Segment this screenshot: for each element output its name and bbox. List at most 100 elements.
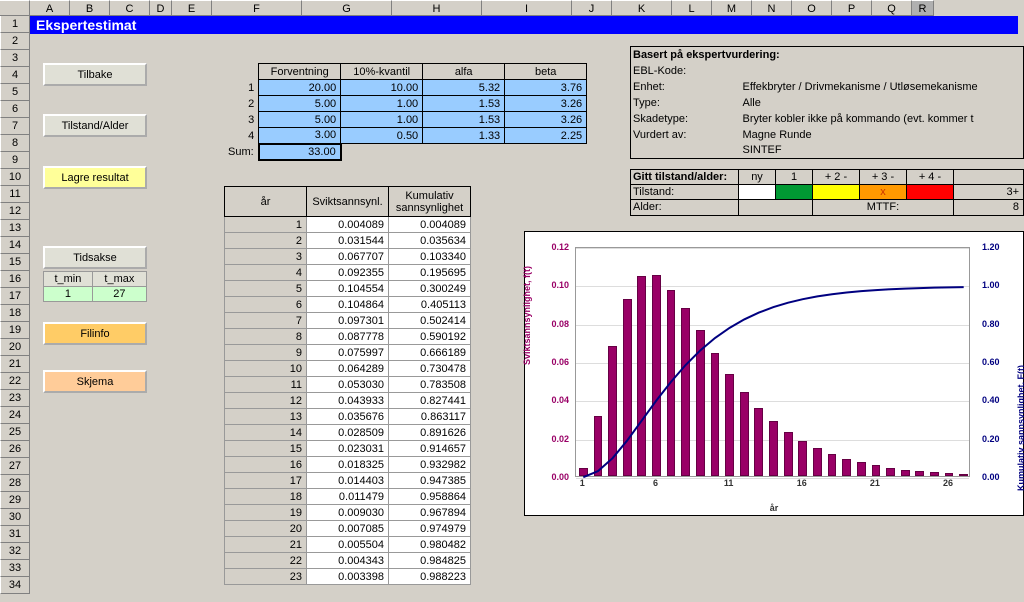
t-min-value[interactable]: 1	[44, 287, 93, 302]
row-header-7[interactable]: 7	[0, 118, 29, 135]
row-header-13[interactable]: 13	[0, 220, 29, 237]
data-year: 6	[225, 297, 307, 313]
col-header-M[interactable]: M	[712, 0, 752, 15]
row-header-34[interactable]: 34	[0, 577, 29, 594]
col-header-I[interactable]: I	[482, 0, 572, 15]
t-max-label: t_max	[92, 272, 146, 287]
row-header-6[interactable]: 6	[0, 101, 29, 118]
row-header-24[interactable]: 24	[0, 407, 29, 424]
row-header-2[interactable]: 2	[0, 33, 29, 50]
lagre-resultat-button[interactable]: Lagre resultat	[43, 166, 147, 189]
row-header-4[interactable]: 4	[0, 67, 29, 84]
row-header-9[interactable]: 9	[0, 152, 29, 169]
param-cell[interactable]: 5.32	[423, 80, 505, 96]
param-cell[interactable]: 10.00	[341, 80, 423, 96]
data-kum: 0.932982	[389, 457, 471, 473]
sum-value: 33.00	[259, 144, 341, 160]
data-svikt: 0.018325	[307, 457, 389, 473]
row-header-20[interactable]: 20	[0, 339, 29, 356]
data-svikt: 0.053030	[307, 377, 389, 393]
col-header-J[interactable]: J	[572, 0, 612, 15]
mttf-value: 8	[954, 200, 1023, 215]
col-header-F[interactable]: F	[212, 0, 302, 15]
col-header-O[interactable]: O	[792, 0, 832, 15]
col-header-K[interactable]: K	[612, 0, 672, 15]
tidsakse-button[interactable]: Tidsakse	[43, 246, 147, 269]
row-header-5[interactable]: 5	[0, 84, 29, 101]
data-year: 10	[225, 361, 307, 377]
row-header-10[interactable]: 10	[0, 169, 29, 186]
param-cell[interactable]: 3.26	[505, 96, 587, 112]
data-kum: 0.300249	[389, 281, 471, 297]
col-header-Q[interactable]: Q	[872, 0, 912, 15]
param-cell[interactable]: 1.33	[423, 128, 505, 144]
chart-plot-area	[575, 247, 970, 477]
t-max-value[interactable]: 27	[92, 287, 146, 302]
row-header-8[interactable]: 8	[0, 135, 29, 152]
param-header: beta	[505, 64, 587, 80]
info-key: Type:	[631, 95, 741, 111]
data-kum: 0.783508	[389, 377, 471, 393]
row-header-11[interactable]: 11	[0, 186, 29, 203]
col-header-E[interactable]: E	[172, 0, 212, 15]
col-header-N[interactable]: N	[752, 0, 792, 15]
row-header-15[interactable]: 15	[0, 254, 29, 271]
param-cell[interactable]: 1.00	[341, 112, 423, 128]
param-cell[interactable]: 3.76	[505, 80, 587, 96]
tilbake-button[interactable]: Tilbake	[43, 63, 147, 86]
row-header-1[interactable]: 1	[0, 16, 29, 33]
col-header-P[interactable]: P	[832, 0, 872, 15]
col-header-G[interactable]: G	[302, 0, 392, 15]
row-header-26[interactable]: 26	[0, 441, 29, 458]
row-header-28[interactable]: 28	[0, 475, 29, 492]
col-header-H[interactable]: H	[392, 0, 482, 15]
row-header-23[interactable]: 23	[0, 390, 29, 407]
row-header-17[interactable]: 17	[0, 288, 29, 305]
col-header-B[interactable]: B	[70, 0, 110, 15]
row-header-32[interactable]: 32	[0, 543, 29, 560]
row-header-19[interactable]: 19	[0, 322, 29, 339]
param-cell[interactable]: 1.53	[423, 96, 505, 112]
param-cell[interactable]: 5.00	[259, 112, 341, 128]
col-header-R[interactable]: R	[912, 0, 934, 15]
row-header-33[interactable]: 33	[0, 560, 29, 577]
row-header-16[interactable]: 16	[0, 271, 29, 288]
row-header-14[interactable]: 14	[0, 237, 29, 254]
param-cell[interactable]: 3.26	[505, 112, 587, 128]
row-header-29[interactable]: 29	[0, 492, 29, 509]
row-header-25[interactable]: 25	[0, 424, 29, 441]
skjema-button[interactable]: Skjema	[43, 370, 147, 393]
tilstand-ny	[739, 185, 776, 200]
param-cell[interactable]: 20.00	[259, 80, 341, 96]
data-kum: 0.405113	[389, 297, 471, 313]
row-header-3[interactable]: 3	[0, 50, 29, 67]
col-header-L[interactable]: L	[672, 0, 712, 15]
col-header-D[interactable]: D	[150, 0, 172, 15]
row-header-18[interactable]: 18	[0, 305, 29, 322]
param-cell[interactable]: 0.50	[341, 128, 423, 144]
row-header-30[interactable]: 30	[0, 509, 29, 526]
param-cell[interactable]: 1.00	[341, 96, 423, 112]
col-header-C[interactable]: C	[110, 0, 150, 15]
row-header-21[interactable]: 21	[0, 356, 29, 373]
data-kum: 0.958864	[389, 489, 471, 505]
data-year: 21	[225, 537, 307, 553]
param-cell[interactable]: 1.53	[423, 112, 505, 128]
data-header-kum: Kumulativ sannsynlighet	[389, 187, 471, 217]
row-header-31[interactable]: 31	[0, 526, 29, 543]
info-header: Basert på ekspertvurdering:	[631, 47, 1024, 63]
row-header-22[interactable]: 22	[0, 373, 29, 390]
param-cell[interactable]: 5.00	[259, 96, 341, 112]
spreadsheet: ABCDEFGHIJKLMNOPQR 123456789101112131415…	[0, 0, 1024, 602]
param-cell[interactable]: 3.00	[259, 128, 341, 144]
row-header-12[interactable]: 12	[0, 203, 29, 220]
row-header-27[interactable]: 27	[0, 458, 29, 475]
cond-3: + 3 -	[860, 170, 907, 185]
mttf-label: MTTF:	[813, 200, 954, 215]
param-cell[interactable]: 2.25	[505, 128, 587, 144]
filinfo-button[interactable]: Filinfo	[43, 322, 147, 345]
data-svikt: 0.097301	[307, 313, 389, 329]
gitt-label: Gitt tilstand/alder:	[631, 170, 739, 185]
col-header-A[interactable]: A	[30, 0, 70, 15]
tilstand-alder-button[interactable]: Tilstand/Alder	[43, 114, 147, 137]
